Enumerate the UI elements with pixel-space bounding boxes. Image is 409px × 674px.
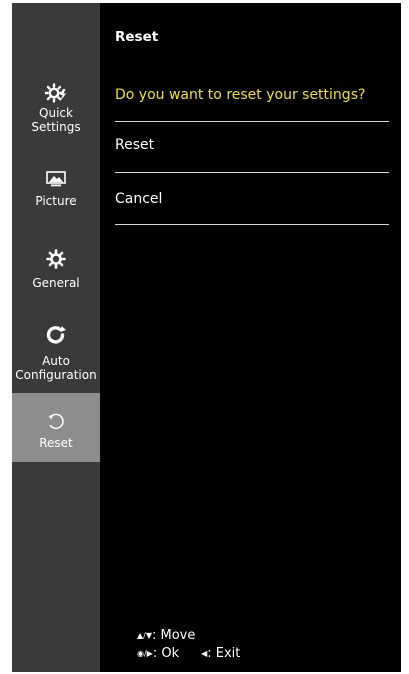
divider bbox=[115, 224, 389, 225]
reset-question: Do you want to reset your settings? bbox=[115, 87, 366, 103]
reset-icon bbox=[48, 413, 64, 430]
up-down-keys: ▲/▼ bbox=[137, 631, 152, 640]
sidebar: Quick Settings Picture General Auto Conf… bbox=[12, 3, 100, 672]
page-title: Reset bbox=[115, 29, 159, 45]
sidebar-item-label: Picture bbox=[35, 194, 77, 208]
ok-keys: ◉/▶ bbox=[137, 649, 153, 658]
sidebar-item-general[interactable]: General bbox=[12, 249, 100, 301]
ok-exit-hint: ◉/▶ : Ok ◀ : Exit bbox=[137, 645, 240, 663]
reset-option[interactable]: Reset bbox=[115, 137, 154, 153]
sidebar-item-label: General bbox=[32, 276, 80, 290]
main-panel: Reset Do you want to reset your settings… bbox=[100, 3, 401, 672]
exit-label: : Exit bbox=[207, 646, 241, 661]
gear-icon bbox=[46, 249, 66, 269]
sidebar-item-quick-settings[interactable]: Quick Settings bbox=[12, 83, 100, 145]
sidebar-item-reset[interactable]: Reset bbox=[12, 393, 100, 462]
monitor-osd: Quick Settings Picture General Auto Conf… bbox=[12, 3, 401, 672]
divider bbox=[115, 121, 389, 122]
sidebar-item-label: Settings bbox=[31, 120, 81, 134]
divider bbox=[115, 172, 389, 173]
ok-label: : Ok bbox=[152, 646, 180, 661]
quick-settings-icon bbox=[45, 83, 66, 103]
sidebar-item-label: Reset bbox=[39, 436, 73, 450]
move-label: : Move bbox=[152, 628, 196, 643]
cancel-option[interactable]: Cancel bbox=[115, 191, 162, 207]
auto-configuration-icon bbox=[46, 326, 66, 344]
move-hint: ▲/▼ : Move bbox=[137, 627, 240, 645]
sidebar-item-label: Configuration bbox=[15, 368, 97, 382]
picture-icon bbox=[46, 171, 66, 187]
sidebar-item-label: Quick bbox=[39, 106, 73, 120]
sidebar-item-auto-configuration[interactable]: Auto Configuration bbox=[12, 325, 100, 389]
sidebar-item-label: Auto bbox=[42, 354, 70, 368]
key-hints: ▲/▼ : Move ◉/▶ : Ok ◀ : Exit bbox=[137, 627, 240, 663]
sidebar-item-picture[interactable]: Picture bbox=[12, 171, 100, 219]
